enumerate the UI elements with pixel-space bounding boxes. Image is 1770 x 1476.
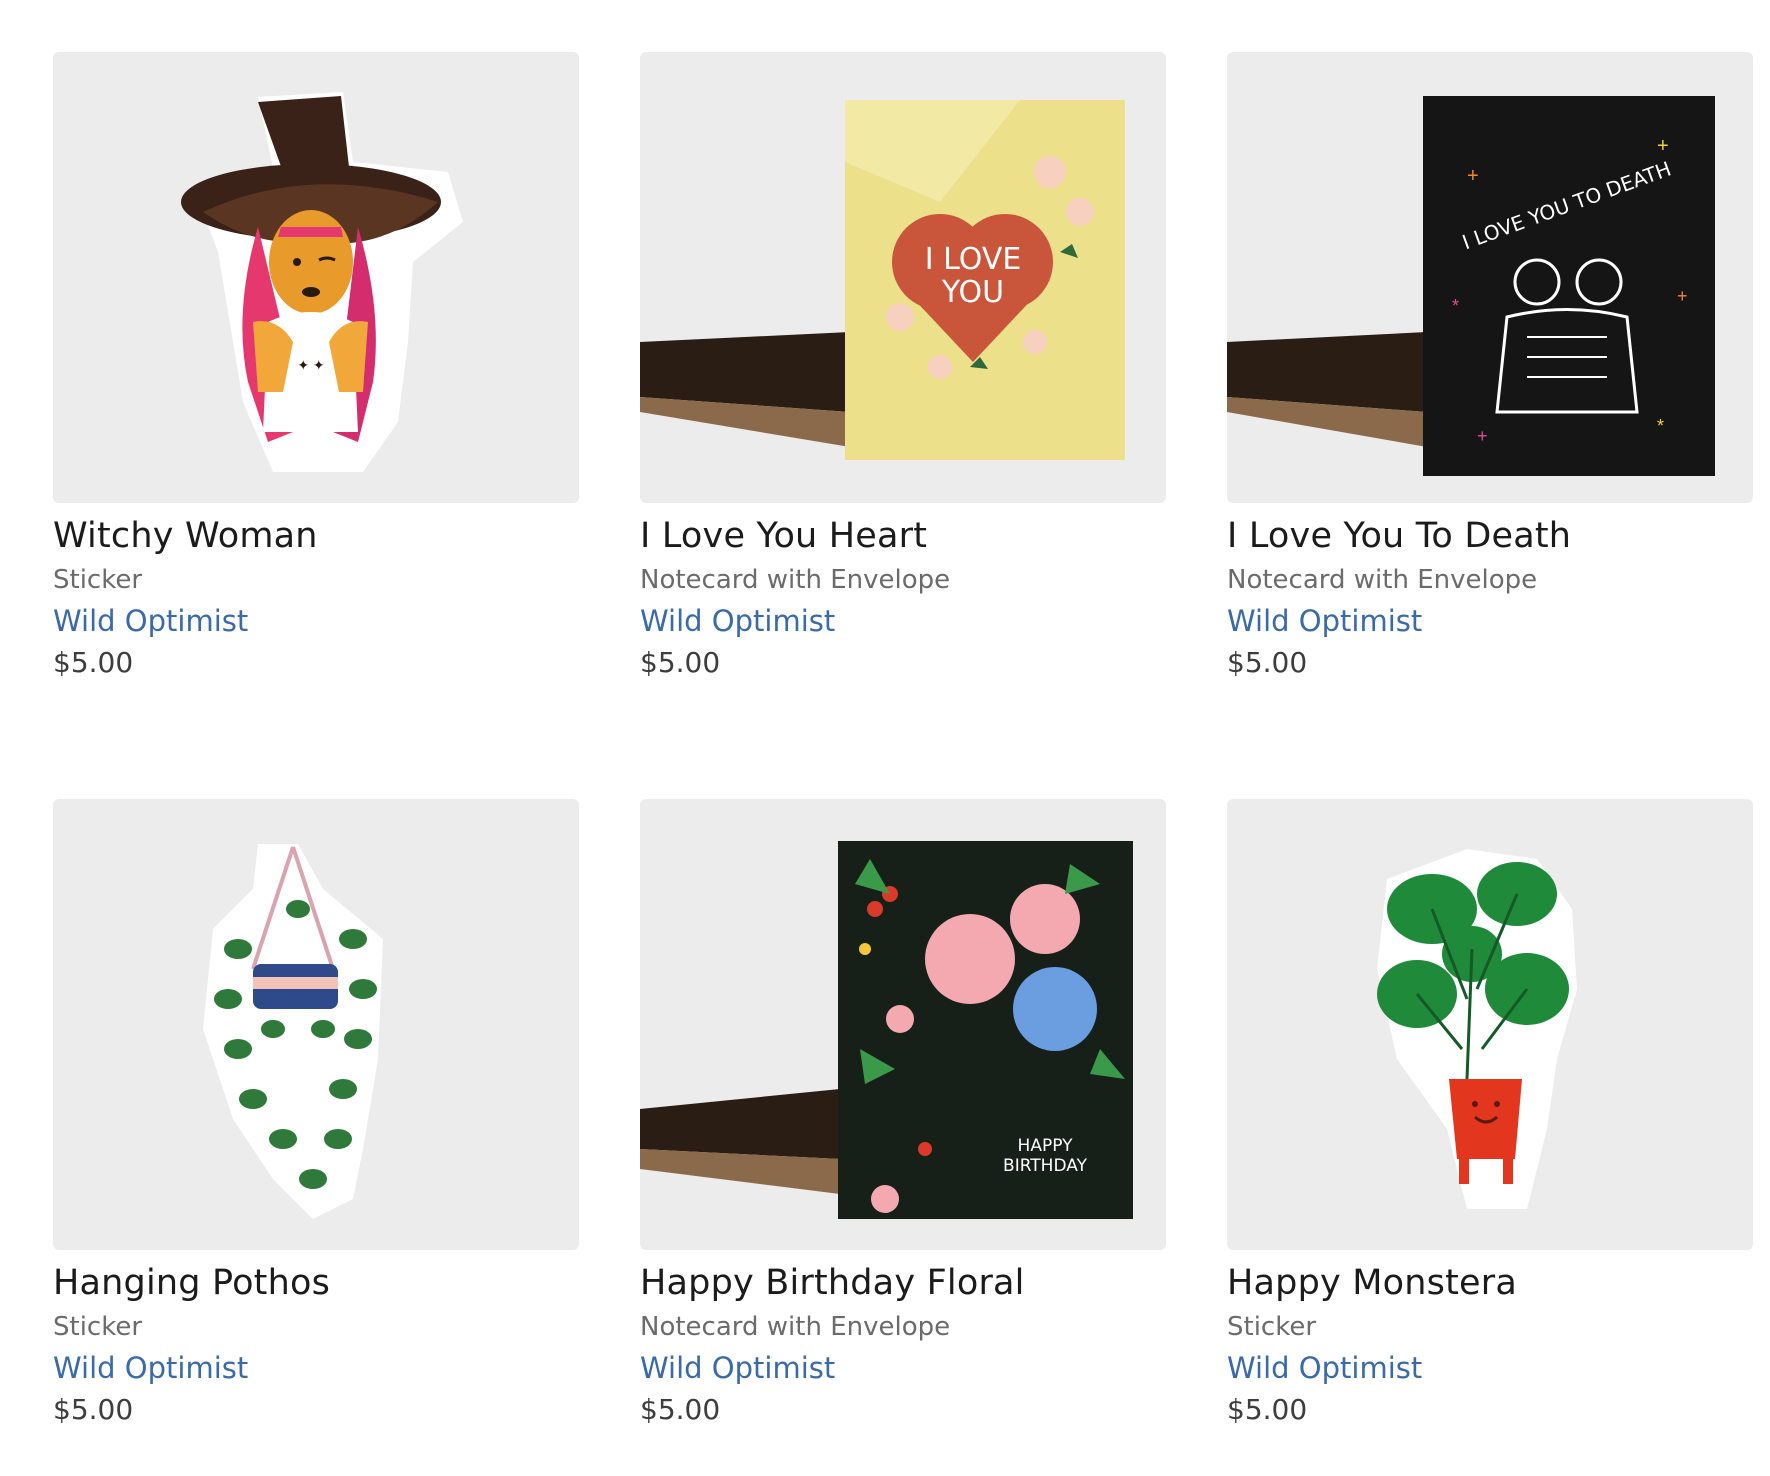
product-image[interactable]: I LOVE YOU: [640, 52, 1166, 503]
product-card[interactable]: I LOVE YOU I Love You Heart Notecard wit…: [640, 52, 1166, 685]
product-price: $5.00: [53, 646, 134, 679]
brand-link[interactable]: Wild Optimist: [1227, 601, 1422, 641]
product-type: Sticker: [1227, 1312, 1317, 1342]
pothos-sticker-illustration: [203, 844, 383, 1219]
product-price: $5.00: [1227, 1393, 1308, 1426]
product-title[interactable]: Witchy Woman: [53, 513, 579, 559]
monstera-sticker-illustration: [1377, 849, 1577, 1209]
product-title[interactable]: I Love You Heart: [640, 513, 1166, 559]
product-type: Notecard with Envelope: [640, 565, 951, 595]
product-card[interactable]: Hanging Pothos Sticker Wild Optimist $5.…: [53, 799, 579, 1432]
product-price: $5.00: [53, 1393, 134, 1426]
svg-text:+: +: [1677, 286, 1688, 306]
product-type: Sticker: [53, 565, 143, 595]
heart-card-text: I LOVE: [925, 242, 1022, 277]
product-title[interactable]: Happy Monstera: [1227, 1260, 1753, 1306]
product-title[interactable]: Happy Birthday Floral: [640, 1260, 1166, 1306]
birthday-card-text: HAPPY: [1018, 1136, 1074, 1156]
product-price: $5.00: [1227, 646, 1308, 679]
brand-link[interactable]: Wild Optimist: [53, 601, 248, 641]
product-type: Notecard with Envelope: [1227, 565, 1538, 595]
product-card[interactable]: Happy Monstera Sticker Wild Optimist $5.…: [1227, 799, 1753, 1432]
product-card[interactable]: I LOVE YOU TO DEATH + + * + + * I Love Y…: [1227, 52, 1753, 685]
product-card[interactable]: ✦ ✦ Witchy Woman Sticker Wild Optimist $…: [53, 52, 579, 685]
product-title[interactable]: Hanging Pothos: [53, 1260, 579, 1306]
product-image[interactable]: HAPPY BIRTHDAY: [640, 799, 1166, 1250]
skeleton-card-illustration: I LOVE YOU TO DEATH + + * + + *: [1227, 96, 1715, 476]
brand-link[interactable]: Wild Optimist: [640, 1348, 835, 1388]
product-title[interactable]: I Love You To Death: [1227, 513, 1753, 559]
product-grid: ✦ ✦ Witchy Woman Sticker Wild Optimist $…: [53, 52, 1753, 1432]
product-card[interactable]: HAPPY BIRTHDAY Happy Birthday Floral Not…: [640, 799, 1166, 1432]
product-image[interactable]: [1227, 799, 1753, 1250]
product-price: $5.00: [640, 646, 721, 679]
svg-text:✦ ✦: ✦ ✦: [297, 357, 325, 373]
brand-link[interactable]: Wild Optimist: [1227, 1348, 1422, 1388]
svg-text:+: +: [1467, 165, 1479, 187]
product-image[interactable]: I LOVE YOU TO DEATH + + * + + *: [1227, 52, 1753, 503]
floral-card-illustration: HAPPY BIRTHDAY: [640, 841, 1133, 1219]
product-type: Sticker: [53, 1312, 143, 1342]
product-image[interactable]: [53, 799, 579, 1250]
svg-text:YOU: YOU: [941, 275, 1004, 310]
brand-link[interactable]: Wild Optimist: [53, 1348, 248, 1388]
product-image[interactable]: ✦ ✦: [53, 52, 579, 503]
product-price: $5.00: [640, 1393, 721, 1426]
witch-sticker-illustration: ✦ ✦: [181, 92, 463, 472]
svg-text:*: *: [1452, 296, 1459, 316]
svg-text:+: +: [1657, 135, 1669, 157]
brand-link[interactable]: Wild Optimist: [640, 601, 835, 641]
svg-text:*: *: [1657, 416, 1664, 436]
product-type: Notecard with Envelope: [640, 1312, 951, 1342]
svg-text:BIRTHDAY: BIRTHDAY: [1003, 1156, 1088, 1176]
heart-card-illustration: I LOVE YOU: [640, 100, 1125, 460]
svg-text:+: +: [1477, 426, 1488, 446]
